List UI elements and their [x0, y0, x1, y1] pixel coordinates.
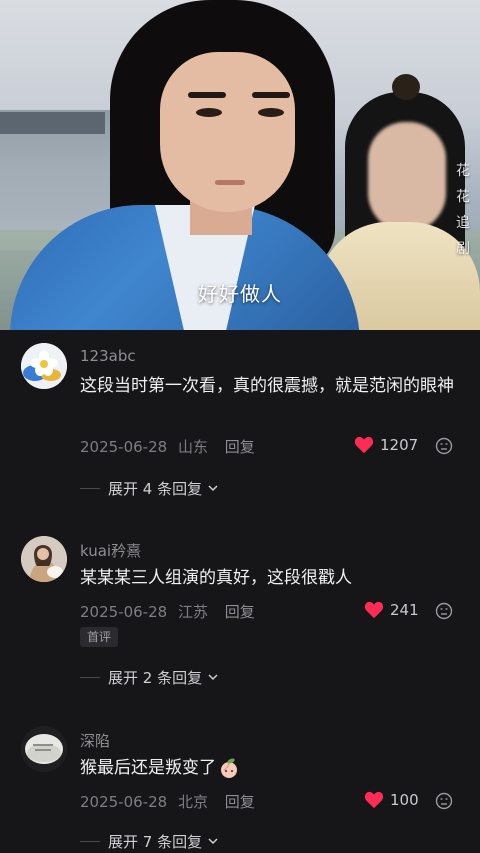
- channel-watermark: 花 花 追 剧: [452, 158, 474, 262]
- comment-meta: 2025-06-28 江苏 回复: [80, 601, 255, 622]
- watermark-char: 剧: [456, 241, 470, 257]
- comment-location: 江苏: [177, 603, 208, 621]
- like-count: 100: [390, 791, 419, 809]
- reply-button[interactable]: 回复: [225, 793, 255, 811]
- watermark-char: 花: [456, 189, 470, 205]
- second-actor-face: [368, 122, 446, 232]
- dislike-icon[interactable]: [435, 792, 453, 810]
- main-actor-right-eye: [258, 108, 284, 117]
- main-actor-right-brow: [252, 92, 290, 98]
- watermark-char: 花: [456, 163, 470, 179]
- dislike-icon[interactable]: [435, 602, 453, 620]
- comment-location: 山东: [177, 438, 208, 456]
- main-actor-face: [160, 52, 295, 212]
- expand-label: 展开 2 条回复: [108, 669, 203, 687]
- expand-label: 展开 4 条回复: [108, 480, 203, 498]
- comment-date: 2025-06-28: [80, 793, 168, 811]
- like-button[interactable]: 1207: [354, 436, 418, 454]
- heart-icon: [354, 436, 374, 454]
- expand-divider: [80, 841, 100, 842]
- reply-button[interactable]: 回复: [225, 438, 255, 456]
- comment-text: 这段当时第一次看，真的很震撼，就是范闲的眼神: [80, 376, 454, 396]
- chevron-down-icon: [208, 674, 218, 681]
- comment-username[interactable]: 深陷: [80, 730, 110, 751]
- comment-date: 2025-06-28: [80, 603, 168, 621]
- heart-icon: [364, 791, 384, 809]
- expand-replies-button[interactable]: 展开 4 条回复: [80, 478, 218, 499]
- comment-location: 北京: [177, 793, 208, 811]
- flower-avatar-icon[interactable]: [21, 343, 67, 389]
- person-with-dog-avatar[interactable]: [21, 536, 67, 582]
- background-roof: [0, 112, 105, 134]
- heart-icon: [364, 601, 384, 619]
- main-actor-left-brow: [188, 92, 226, 98]
- dislike-icon[interactable]: [435, 437, 453, 455]
- like-count: 241: [390, 601, 419, 619]
- like-button[interactable]: 241: [364, 601, 419, 619]
- video-player[interactable]: 好好做人 花 花 追 剧: [0, 0, 480, 330]
- main-actor-mouth: [215, 180, 245, 185]
- main-actor-left-eye: [196, 108, 222, 117]
- comment-meta: 2025-06-28 北京 回复: [80, 791, 255, 812]
- expand-replies-button[interactable]: 展开 2 条回复: [80, 667, 218, 688]
- expand-label: 展开 7 条回复: [108, 833, 203, 851]
- comment-text-row: 猴最后还是叛变了: [80, 754, 465, 782]
- video-subtitle: 好好做人: [198, 282, 282, 306]
- comment-text: 某某某三人组演的真好，这段很戳人: [80, 568, 352, 588]
- chevron-down-icon: [208, 485, 218, 492]
- comment-username[interactable]: 123abc: [80, 347, 136, 365]
- expand-replies-button[interactable]: 展开 7 条回复: [80, 831, 218, 852]
- peach-emoji: [221, 758, 237, 778]
- comment-username[interactable]: kuai矜熹: [80, 540, 141, 561]
- round-stone-avatar[interactable]: [21, 726, 67, 772]
- comment-text: 猴最后还是叛变了: [80, 758, 216, 778]
- comment-date: 2025-06-28: [80, 438, 168, 456]
- like-count: 1207: [380, 436, 419, 454]
- like-button[interactable]: 100: [364, 791, 419, 809]
- comment-list[interactable]: 123abc 这段当时第一次看，真的很震撼，就是范闲的眼神 2025-06-28…: [0, 330, 480, 853]
- comment-meta: 2025-06-28 山东 回复: [80, 436, 255, 457]
- second-actor-hair-bun: [392, 74, 420, 100]
- expand-divider: [80, 488, 100, 489]
- expand-divider: [80, 677, 100, 678]
- reply-button[interactable]: 回复: [225, 603, 255, 621]
- watermark-char: 追: [456, 215, 470, 231]
- first-comment-badge: 首评: [80, 627, 119, 647]
- chevron-down-icon: [208, 838, 218, 845]
